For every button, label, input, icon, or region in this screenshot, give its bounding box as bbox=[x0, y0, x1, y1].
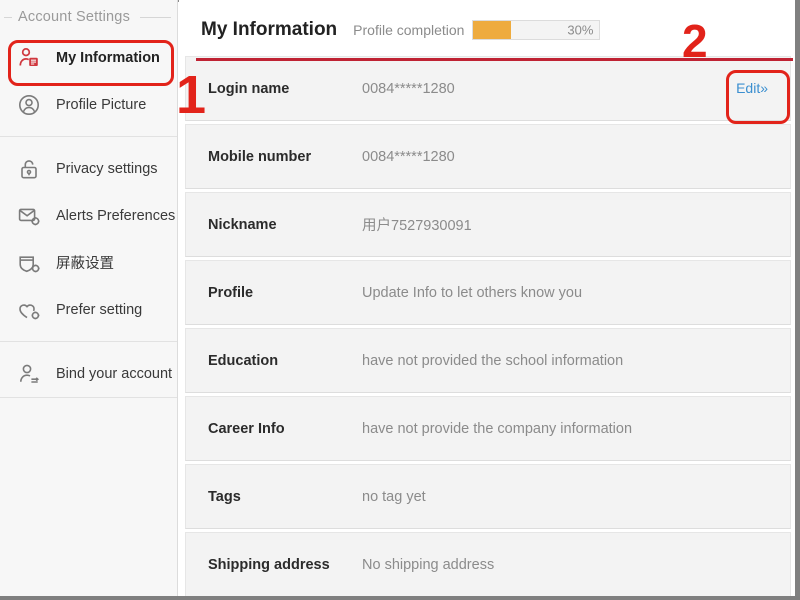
sidebar-item-my-information[interactable]: My Information bbox=[0, 34, 177, 81]
sidebar-item-block-settings[interactable]: 屏蔽设置 bbox=[0, 239, 177, 286]
annotation-marker-1: 1 bbox=[176, 65, 207, 125]
sidebar-title-rule-right bbox=[140, 16, 171, 18]
sidebar-divider-2 bbox=[0, 341, 177, 342]
heart-gear-icon bbox=[14, 295, 44, 325]
information-rows: Login name 0084*****1280 Edit» Mobile nu… bbox=[179, 56, 795, 600]
sidebar: Account Settings My Information Profile … bbox=[0, 0, 178, 600]
sidebar-item-label: 屏蔽设置 bbox=[56, 256, 114, 272]
sidebar-item-bind-your-account[interactable]: Bind your account bbox=[0, 350, 177, 397]
table-row[interactable]: Shipping address No shipping address bbox=[185, 532, 791, 597]
sidebar-item-profile-picture[interactable]: Profile Picture bbox=[0, 81, 177, 128]
row-value: 0084*****1280 bbox=[362, 148, 455, 165]
sidebar-title-rule-left bbox=[4, 16, 12, 18]
sidebar-item-privacy-settings[interactable]: Privacy settings bbox=[0, 145, 177, 192]
sidebar-item-label: My Information bbox=[56, 49, 160, 66]
sidebar-item-label: Alerts Preferences bbox=[56, 207, 176, 224]
sidebar-item-alerts-preferences[interactable]: Alerts Preferences bbox=[0, 192, 177, 239]
row-value: no tag yet bbox=[362, 488, 426, 505]
table-row[interactable]: Education have not provided the school i… bbox=[185, 328, 791, 393]
sidebar-item-label: Prefer setting bbox=[56, 301, 143, 318]
row-label: Mobile number bbox=[208, 148, 312, 165]
sidebar-item-label: Privacy settings bbox=[56, 160, 158, 177]
progress-fill bbox=[473, 21, 512, 39]
user-link-icon bbox=[14, 359, 44, 389]
row-value: have not provide the company information bbox=[362, 420, 633, 437]
profile-completion-label: Profile completion bbox=[353, 22, 465, 38]
page-title: My Information bbox=[201, 19, 338, 40]
window-bottom-edge bbox=[0, 596, 800, 600]
sidebar-group-preferences: Privacy settings Alerts Preferences 屏蔽设置… bbox=[0, 145, 177, 333]
row-label: Profile bbox=[208, 284, 254, 301]
edit-link[interactable]: Edit» bbox=[736, 80, 768, 96]
row-value: 用户7527930091 bbox=[362, 218, 472, 234]
table-row[interactable]: Career Info have not provide the company… bbox=[185, 396, 791, 461]
row-label: Tags bbox=[208, 488, 241, 505]
sidebar-group-bind: Bind your account bbox=[0, 350, 177, 397]
main-content: My Information Profile completion 30% Lo… bbox=[179, 0, 795, 600]
row-label: Career Info bbox=[208, 420, 285, 437]
user-circle-icon bbox=[14, 90, 44, 120]
sidebar-divider-3 bbox=[0, 397, 177, 398]
sidebar-header: Account Settings bbox=[0, 0, 177, 34]
table-row[interactable]: Nickname 用户7527930091 bbox=[185, 192, 791, 257]
row-value: have not provided the school information bbox=[362, 352, 624, 369]
row-label: Login name bbox=[208, 80, 290, 97]
row-label: Nickname bbox=[208, 216, 277, 233]
row-value: 0084*****1280 bbox=[362, 80, 455, 97]
row-value: Update Info to let others know you bbox=[362, 284, 583, 301]
sidebar-title: Account Settings bbox=[18, 9, 131, 25]
lock-icon bbox=[14, 154, 44, 184]
account-settings-page: Account Settings My Information Profile … bbox=[0, 0, 800, 600]
row-label: Shipping address bbox=[208, 556, 330, 573]
row-action[interactable]: Edit» bbox=[736, 80, 790, 98]
sidebar-item-label: Bind your account bbox=[56, 365, 173, 382]
sidebar-group-profile: My Information Profile Picture bbox=[0, 34, 177, 128]
table-row[interactable]: Profile Update Info to let others know y… bbox=[185, 260, 791, 325]
user-card-icon bbox=[14, 43, 44, 73]
row-value: No shipping address bbox=[362, 556, 495, 573]
window-right-edge bbox=[795, 0, 800, 600]
profile-completion-progressbar: 30% bbox=[472, 20, 601, 40]
progress-percent-text: 30% bbox=[567, 22, 594, 38]
row-label: Education bbox=[208, 352, 279, 369]
annotation-marker-2: 2 bbox=[682, 15, 708, 67]
sidebar-divider-1 bbox=[0, 136, 177, 137]
mail-gear-icon bbox=[14, 201, 44, 231]
sidebar-item-label: Profile Picture bbox=[56, 96, 147, 113]
table-row[interactable]: Tags no tag yet bbox=[185, 464, 791, 529]
shield-gear-icon bbox=[14, 248, 44, 278]
table-row[interactable]: Mobile number 0084*****1280 bbox=[185, 124, 791, 189]
sidebar-item-prefer-setting[interactable]: Prefer setting bbox=[0, 286, 177, 333]
